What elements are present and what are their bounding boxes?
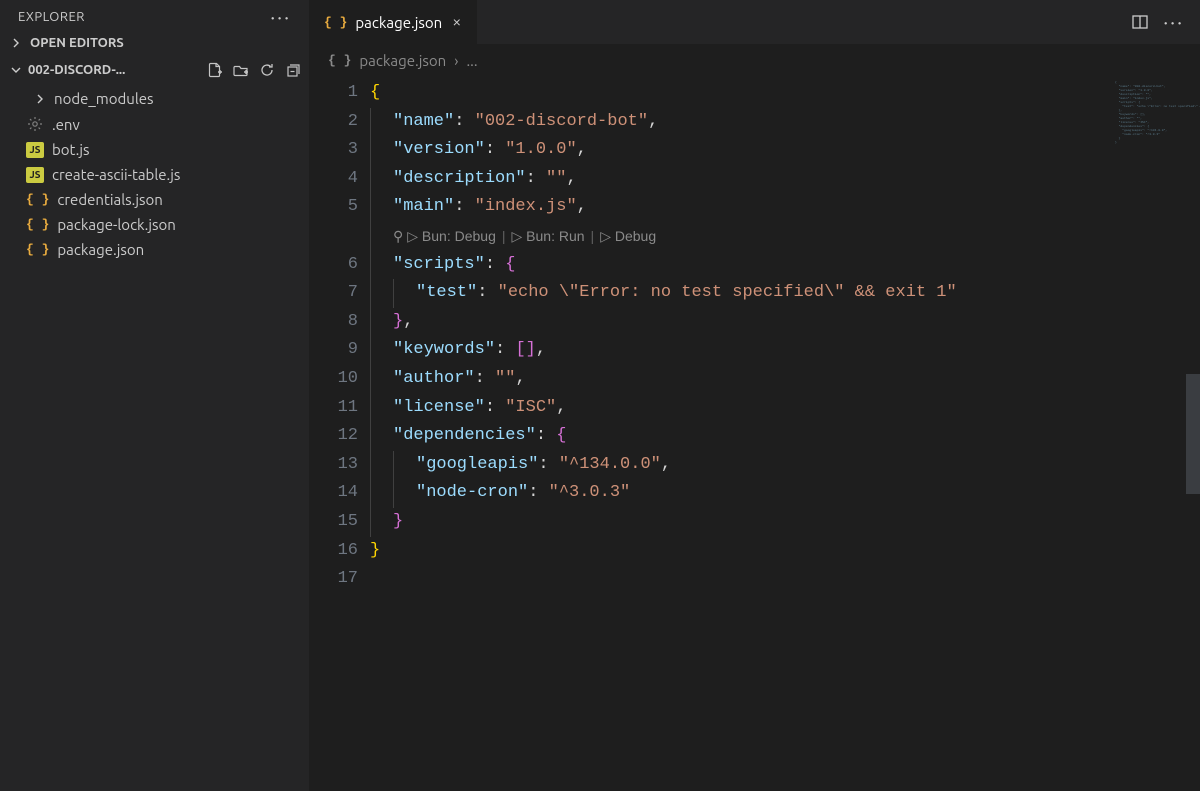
code-line[interactable]: "license": "ISC", [370, 394, 1110, 423]
workspace-folder-name: 002-DISCORD-... [28, 63, 125, 77]
collapse-all-icon[interactable] [283, 60, 303, 80]
editor-area: { } package.json × ··· { } package.json … [310, 0, 1200, 791]
code-line[interactable]: "test": "echo \"Error: no test specified… [370, 279, 1110, 308]
gear-icon [26, 115, 44, 133]
code-line[interactable]: "googleapis": "^134.0.0", [370, 451, 1110, 480]
codelens-item[interactable]: Bun: Run [526, 222, 584, 251]
line-number: 13 [310, 451, 358, 480]
file-tree-item[interactable]: { } package.json [0, 237, 309, 262]
file-tree-item[interactable]: { } package-lock.json [0, 212, 309, 237]
file-tree-item-label: node_modules [54, 90, 154, 107]
file-tree-item-label: bot.js [52, 141, 89, 158]
code-line[interactable]: } [370, 508, 1110, 537]
json-file-icon: { } [26, 217, 49, 232]
new-file-icon[interactable] [205, 60, 225, 80]
js-file-icon: JS [26, 167, 44, 183]
line-number: 8 [310, 308, 358, 337]
file-tree-item[interactable]: JS bot.js [0, 137, 309, 162]
breadcrumb-rest: ... [466, 52, 477, 69]
chevron-right-icon [34, 93, 46, 105]
scrollbar-thumb[interactable] [1186, 374, 1200, 494]
workspace-folder-header[interactable]: 002-DISCORD-... [0, 56, 309, 84]
line-number: 15 [310, 508, 358, 537]
code-line[interactable]: "dependencies": { [370, 422, 1110, 451]
chevron-down-icon [10, 64, 22, 76]
file-tree-item[interactable]: .env [0, 111, 309, 137]
file-tree-item[interactable]: node_modules [0, 86, 309, 111]
explorer-more-icon[interactable]: ··· [270, 12, 291, 22]
line-number: 17 [310, 565, 358, 594]
split-editor-icon[interactable] [1131, 13, 1149, 31]
json-icon: { } [328, 53, 351, 68]
file-tree-item-label: create-ascii-table.js [52, 166, 180, 183]
play-icon: ▷ [512, 222, 527, 251]
line-number: 6 [310, 251, 358, 280]
json-file-icon: { } [26, 192, 49, 207]
code-line[interactable]: "keywords": [], [370, 336, 1110, 365]
code-line[interactable]: "node-cron": "^3.0.3" [370, 479, 1110, 508]
file-tree-item-label: .env [52, 116, 80, 133]
line-number: 14 [310, 479, 358, 508]
code-line[interactable]: "name": "002-discord-bot", [370, 108, 1110, 137]
file-tree-item[interactable]: JS create-ascii-table.js [0, 162, 309, 187]
code-line[interactable]: { [370, 79, 1110, 108]
code-line[interactable]: } [370, 537, 1110, 566]
chevron-right-icon: › [454, 52, 458, 69]
chevron-right-icon [10, 37, 24, 49]
codelens-pin-icon[interactable]: ⚲ [393, 222, 403, 251]
file-tree: node_modules .env JS bot.js JS create-ascii-t… [0, 84, 309, 266]
editor-more-icon[interactable]: ··· [1163, 17, 1184, 27]
file-tree-item-label: package-lock.json [57, 216, 175, 233]
line-number: 1 [310, 79, 358, 108]
tab-bar: { } package.json × ··· [310, 0, 1200, 44]
line-number: 7 [310, 279, 358, 308]
code-content[interactable]: {"name": "002-discord-bot","version": "1… [370, 75, 1110, 791]
open-editors-label: OPEN EDITORS [30, 36, 124, 50]
tab-label: package.json [355, 14, 442, 31]
breadcrumb[interactable]: { } package.json › ... [310, 44, 1200, 75]
line-number: 4 [310, 165, 358, 194]
file-tree-item-label: package.json [57, 241, 144, 258]
line-number: 9 [310, 336, 358, 365]
file-tree-item-label: credentials.json [57, 191, 162, 208]
close-tab-icon[interactable]: × [450, 13, 463, 31]
code-line[interactable]: "scripts": { [370, 251, 1110, 280]
code-line[interactable]: "author": "", [370, 365, 1110, 394]
explorer-sidebar: EXPLORER ··· OPEN EDITORS 002-DISCORD-..… [0, 0, 310, 791]
file-tree-item[interactable]: { } credentials.json [0, 187, 309, 212]
codelens-item[interactable]: Bun: Debug [422, 222, 496, 251]
line-number: 2 [310, 108, 358, 137]
new-folder-icon[interactable] [231, 60, 251, 80]
tab-package-json[interactable]: { } package.json × [310, 0, 478, 44]
code-line[interactable]: "main": "index.js", [370, 193, 1110, 222]
explorer-title: EXPLORER [18, 10, 85, 24]
vertical-scrollbar[interactable] [1186, 44, 1200, 791]
minimap-content: { "name": "002-discord-bot", "version": … [1115, 81, 1196, 145]
line-number: 12 [310, 422, 358, 451]
code-editor[interactable]: 1234567891011121314151617 {"name": "002-… [310, 75, 1200, 791]
line-number: 10 [310, 365, 358, 394]
line-number: 16 [310, 537, 358, 566]
play-icon: ▷ [600, 222, 615, 251]
js-file-icon: JS [26, 142, 44, 158]
breadcrumb-file: package.json [359, 52, 446, 69]
json-icon: { } [324, 15, 347, 30]
line-number: 11 [310, 394, 358, 423]
code-line[interactable]: }, [370, 308, 1110, 337]
line-number: 5 [310, 193, 358, 222]
refresh-icon[interactable] [257, 60, 277, 80]
play-icon: ▷ [407, 222, 422, 251]
json-file-icon: { } [26, 242, 49, 257]
open-editors-section[interactable]: OPEN EDITORS [0, 30, 309, 56]
code-line[interactable]: "description": "", [370, 165, 1110, 194]
line-number: 3 [310, 136, 358, 165]
codelens-item[interactable]: Debug [615, 222, 656, 251]
code-line[interactable] [370, 565, 1110, 594]
codelens[interactable]: ⚲▷ Bun: Debug|▷ Bun: Run|▷ Debug [370, 222, 1110, 251]
line-number-gutter: 1234567891011121314151617 [310, 75, 370, 791]
code-line[interactable]: "version": "1.0.0", [370, 136, 1110, 165]
